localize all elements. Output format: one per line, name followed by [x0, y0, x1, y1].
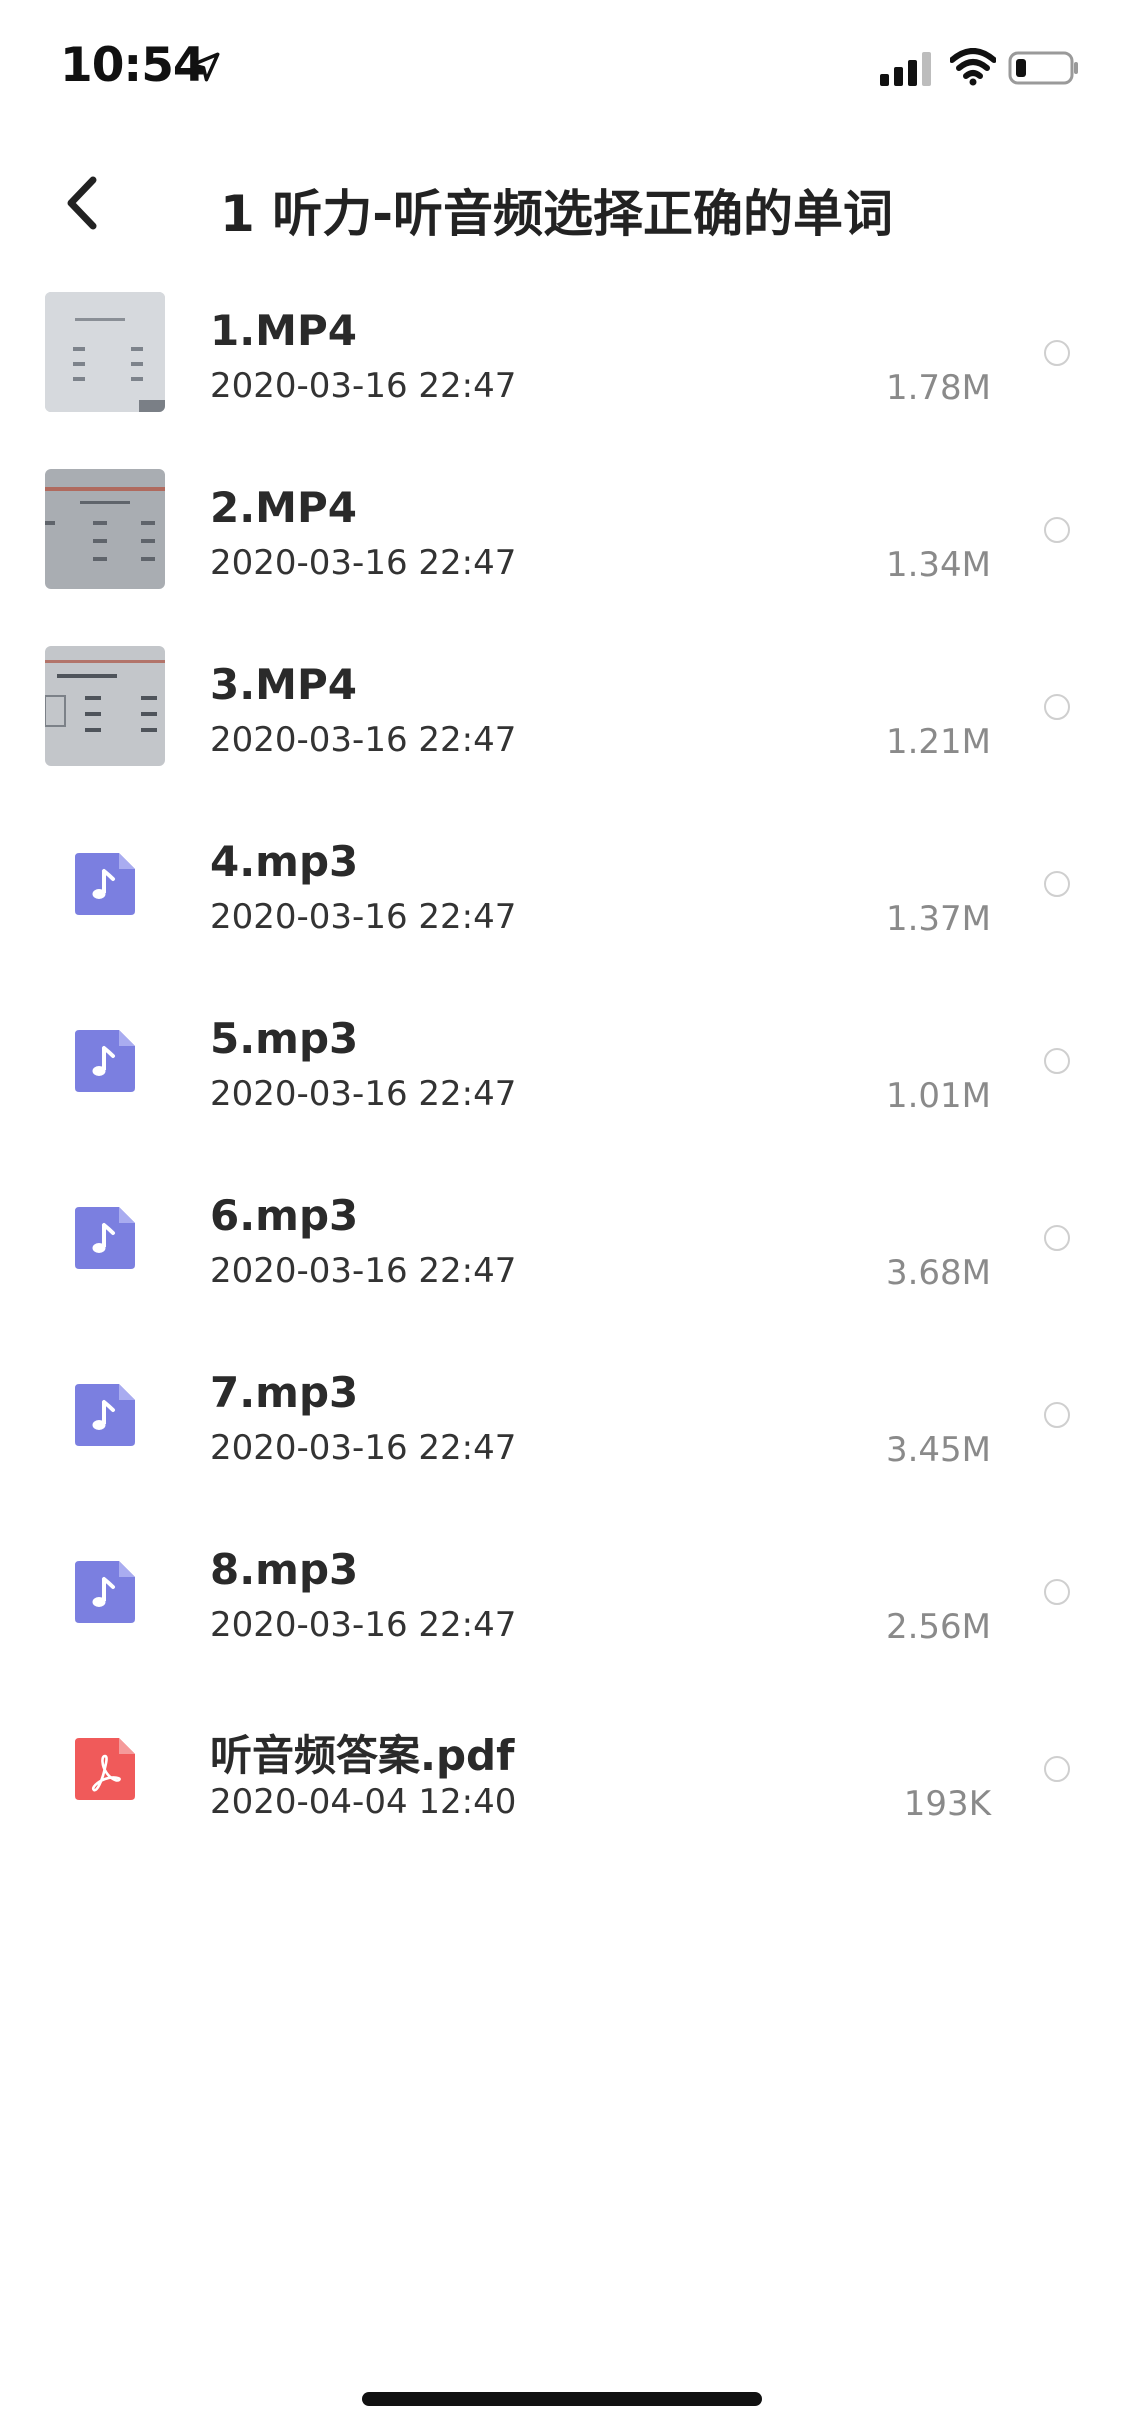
music-note-icon	[75, 853, 135, 915]
file-row[interactable]: 1.MP4 2020-03-16 22:47 1.78M	[0, 278, 1125, 455]
music-note-icon	[75, 1030, 135, 1092]
file-size: 2.56M	[885, 1607, 991, 1647]
file-size: 1.37M	[885, 899, 991, 939]
file-date: 2020-03-16 22:47	[210, 543, 517, 583]
status-time: 10:54	[60, 38, 206, 93]
file-name: 3.MP4	[210, 660, 357, 709]
acrobat-icon	[75, 1738, 135, 1800]
select-radio[interactable]	[1044, 340, 1070, 366]
select-radio[interactable]	[1044, 1048, 1070, 1074]
file-date: 2020-03-16 22:47	[210, 720, 517, 760]
file-size: 1.01M	[885, 1076, 991, 1116]
select-radio[interactable]	[1044, 1756, 1070, 1782]
file-name: 7.mp3	[210, 1368, 359, 1417]
file-date: 2020-03-16 22:47	[210, 1605, 517, 1645]
select-radio[interactable]	[1044, 1579, 1070, 1605]
file-row[interactable]: 4.mp3 2020-03-16 22:47 1.37M	[0, 809, 1125, 986]
file-row[interactable]: 3.MP4 2020-03-16 22:47 1.21M	[0, 632, 1125, 809]
nav-bar: 1 听力-听音频选择正确的单词	[0, 140, 1125, 270]
file-name: 听音频答案.pdf	[210, 1731, 515, 1780]
file-name: 8.mp3	[210, 1545, 359, 1594]
file-name: 4.mp3	[210, 837, 359, 886]
file-size: 3.68M	[885, 1253, 991, 1293]
file-row[interactable]: 听音频答案.pdf 2020-04-04 12:40 193K	[0, 1694, 1125, 1871]
location-arrow-icon	[190, 52, 220, 82]
music-note-icon	[75, 1207, 135, 1269]
file-row[interactable]: 5.mp3 2020-03-16 22:47 1.01M	[0, 986, 1125, 1163]
file-name: 1.MP4	[210, 306, 357, 355]
file-name: 6.mp3	[210, 1191, 359, 1240]
music-note-icon	[75, 1561, 135, 1623]
music-note-icon	[75, 1384, 135, 1446]
file-size: 1.34M	[885, 545, 991, 585]
file-date: 2020-03-16 22:47	[210, 1251, 517, 1291]
home-indicator[interactable]	[362, 2392, 762, 2406]
file-date: 2020-03-16 22:47	[210, 366, 517, 406]
file-date: 2020-03-16 22:47	[210, 897, 517, 937]
status-bar: 10:54	[0, 0, 1125, 140]
file-size: 1.21M	[885, 722, 991, 762]
chevron-left-icon	[67, 176, 97, 230]
cellular-signal-icon	[880, 52, 931, 86]
file-list: 1.MP4 2020-03-16 22:47 1.78M 2.MP4 2020-…	[0, 278, 1125, 1871]
screen: 10:54 1 听力-听音频选择正确的单词 1.MP4 2020-03-16 2…	[0, 0, 1125, 2436]
file-row[interactable]: 8.mp3 2020-03-16 22:47 2.56M	[0, 1517, 1125, 1694]
select-radio[interactable]	[1044, 694, 1070, 720]
video-thumbnail	[45, 469, 165, 589]
file-size: 193K	[903, 1784, 991, 1824]
file-size: 1.78M	[885, 368, 991, 408]
select-radio[interactable]	[1044, 1402, 1070, 1428]
file-date: 2020-04-04 12:40	[210, 1782, 517, 1822]
select-radio[interactable]	[1044, 1225, 1070, 1251]
battery-icon	[1008, 51, 1078, 85]
select-radio[interactable]	[1044, 517, 1070, 543]
file-size: 3.45M	[885, 1430, 991, 1470]
page-title: 1 听力-听音频选择正确的单词	[220, 185, 893, 243]
back-button[interactable]	[55, 168, 115, 238]
file-name: 5.mp3	[210, 1014, 359, 1063]
file-date: 2020-03-16 22:47	[210, 1428, 517, 1468]
file-row[interactable]: 7.mp3 2020-03-16 22:47 3.45M	[0, 1340, 1125, 1517]
select-radio[interactable]	[1044, 871, 1070, 897]
file-date: 2020-03-16 22:47	[210, 1074, 517, 1114]
video-thumbnail	[45, 292, 165, 412]
file-name: 2.MP4	[210, 483, 357, 532]
wifi-icon	[950, 48, 996, 86]
file-row[interactable]: 2.MP4 2020-03-16 22:47 1.34M	[0, 455, 1125, 632]
video-thumbnail	[45, 646, 165, 766]
file-row[interactable]: 6.mp3 2020-03-16 22:47 3.68M	[0, 1163, 1125, 1340]
